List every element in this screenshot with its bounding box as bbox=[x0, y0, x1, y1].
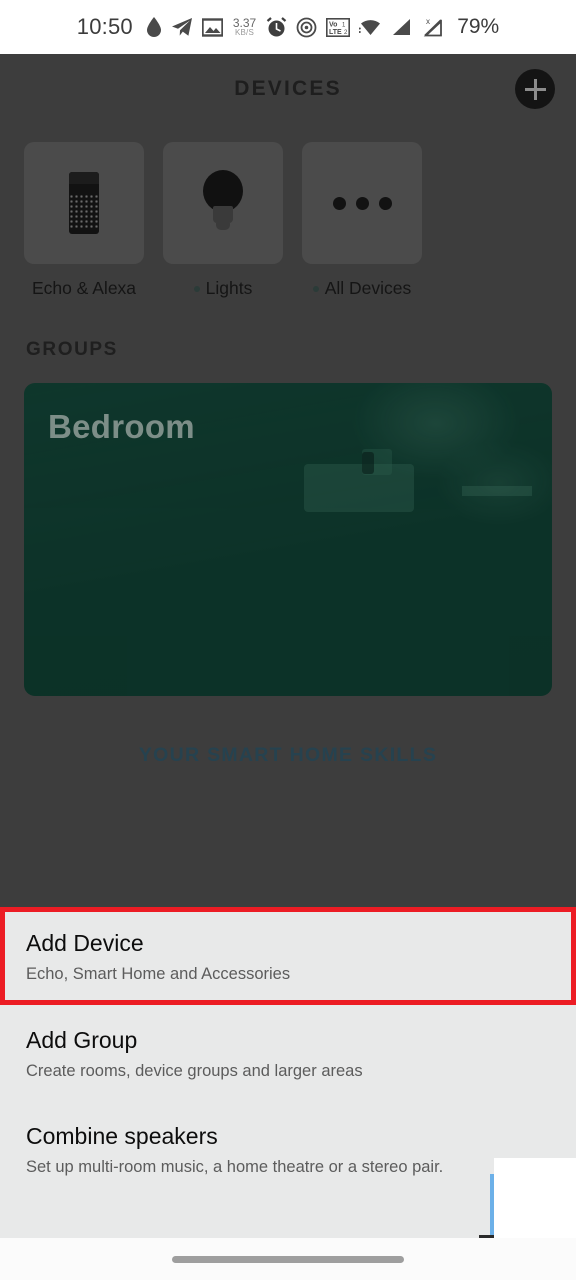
category-label-wrap: Echo & Alexa bbox=[24, 278, 144, 299]
device-categories: Echo & Alexa Lights All Devices bbox=[0, 124, 576, 299]
category-label-wrap: Lights bbox=[163, 278, 283, 299]
alarm-icon bbox=[266, 16, 287, 38]
telegram-icon bbox=[171, 17, 193, 37]
svg-text:2: 2 bbox=[344, 30, 348, 36]
category-label: Lights bbox=[205, 278, 253, 298]
svg-text:x: x bbox=[426, 17, 430, 26]
groups-heading: GROUPS bbox=[26, 339, 118, 360]
status-dot bbox=[193, 285, 200, 292]
status-dot bbox=[312, 285, 319, 292]
status-bar: 10:50 3.37 KB/S Vo 1 LTE 2 x 79% bbox=[0, 0, 576, 54]
network-speed-unit: KB/S bbox=[234, 28, 255, 37]
category-all-devices[interactable]: All Devices bbox=[302, 142, 422, 299]
category-lights[interactable]: Lights bbox=[163, 142, 283, 299]
system-navigation-bar bbox=[0, 1238, 576, 1280]
sheet-item-title: Add Group bbox=[26, 1027, 138, 1053]
table-shape bbox=[462, 486, 533, 497]
sheet-item-subtitle: Echo, Smart Home and Accessories bbox=[26, 965, 291, 983]
group-card-bedroom[interactable]: Bedroom bbox=[24, 383, 552, 696]
signal-icon bbox=[391, 18, 412, 37]
water-drop-icon bbox=[146, 17, 162, 37]
echo-speaker-icon bbox=[69, 172, 99, 234]
cast-icon bbox=[296, 17, 317, 38]
category-tile[interactable] bbox=[163, 142, 283, 264]
category-echo-alexa[interactable]: Echo & Alexa bbox=[24, 142, 144, 299]
light-bulb-icon bbox=[197, 170, 249, 236]
volte-icon: Vo 1 LTE 2 bbox=[326, 17, 351, 37]
scroll-indicator[interactable] bbox=[490, 1174, 494, 1236]
home-pill-indicator[interactable] bbox=[172, 1255, 404, 1263]
wifi-icon bbox=[359, 18, 382, 37]
signal-no-sim-icon: x bbox=[421, 17, 445, 38]
ellipsis-icon bbox=[332, 196, 392, 210]
overlay-panel bbox=[494, 1158, 576, 1246]
battery-percentage: 79% bbox=[457, 15, 500, 38]
plus-icon-vertical bbox=[533, 78, 537, 100]
sheet-item-title: Combine speakers bbox=[26, 1123, 218, 1149]
category-tile[interactable] bbox=[302, 142, 422, 264]
status-bar-clock: 10:50 bbox=[76, 14, 133, 39]
category-label: All Devices bbox=[324, 278, 412, 298]
category-label: Echo & Alexa bbox=[31, 278, 137, 298]
bed-shape bbox=[303, 464, 414, 513]
category-tile[interactable] bbox=[24, 142, 144, 264]
smart-home-skills-link[interactable]: YOUR SMART HOME SKILLS bbox=[0, 744, 576, 767]
category-label-wrap: All Devices bbox=[302, 278, 422, 299]
page-title: DEVICES bbox=[234, 77, 342, 100]
photo-icon bbox=[201, 17, 223, 37]
svg-text:Vo: Vo bbox=[329, 21, 337, 28]
sheet-item-subtitle: Set up multi-room music, a home theatre … bbox=[26, 1158, 444, 1176]
add-button[interactable] bbox=[515, 69, 555, 109]
network-speed-indicator: 3.37 KB/S bbox=[233, 17, 256, 37]
svg-text:LTE: LTE bbox=[329, 29, 342, 36]
sheet-item-subtitle: Create rooms, device groups and larger a… bbox=[26, 1062, 363, 1080]
sheet-item-title: Add Device bbox=[26, 930, 144, 956]
group-card-title: Bedroom bbox=[48, 408, 195, 445]
lamp-shape bbox=[361, 451, 374, 474]
app-header: DEVICES bbox=[0, 54, 576, 124]
sheet-item-add-group[interactable]: Add Group Create rooms, device groups an… bbox=[0, 1005, 576, 1101]
sheet-item-add-device[interactable]: Add Device Echo, Smart Home and Accessor… bbox=[0, 907, 576, 1005]
svg-text:1: 1 bbox=[342, 22, 346, 28]
